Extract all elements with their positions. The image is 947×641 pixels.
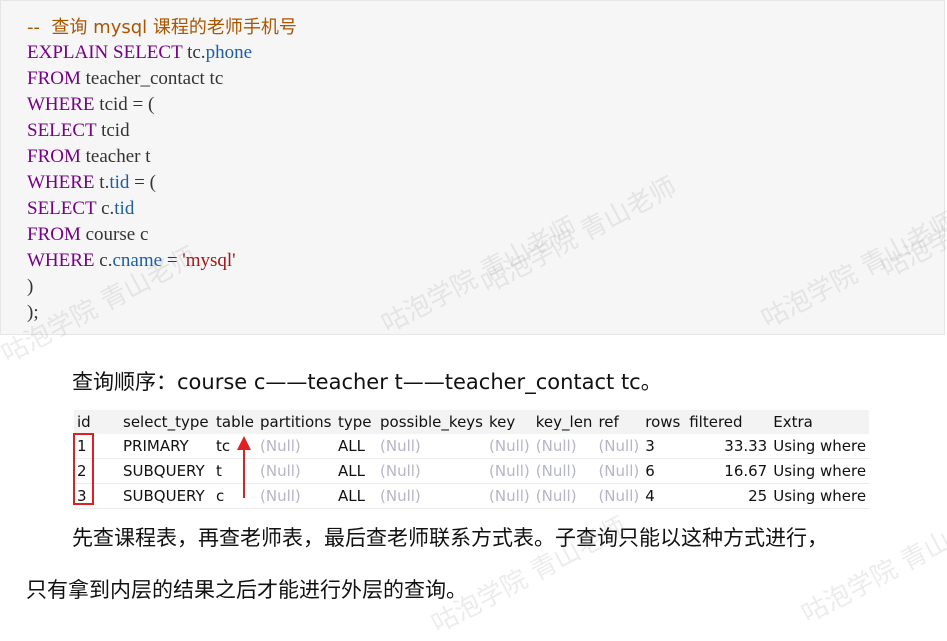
cell-key: (Null)	[486, 458, 533, 484]
code-token: SELECT	[27, 120, 102, 141]
col-header-partitions: partitions	[257, 410, 335, 434]
code-line: SELECT tcid	[27, 119, 130, 143]
explain-result-table: id select_type table partitions type pos…	[74, 410, 870, 509]
code-token: );	[27, 302, 39, 323]
arrow-up-icon	[237, 436, 251, 450]
code-token: =	[162, 250, 183, 271]
code-token: WHERE	[27, 250, 100, 271]
code-token: cname	[112, 250, 163, 271]
code-token: c.	[101, 198, 115, 219]
code-token: 'mysql'	[182, 250, 236, 271]
cell-partitions: (Null)	[257, 483, 335, 509]
cell-key: (Null)	[486, 483, 533, 509]
table-row: 2 SUBQUERY t (Null) ALL (Null) (Null) (N…	[74, 458, 870, 484]
cell-table: t	[213, 458, 257, 484]
col-header-type: type	[335, 410, 377, 434]
table-header-row: id select_type table partitions type pos…	[74, 410, 870, 434]
code-token: t.	[99, 172, 110, 193]
cell-filtered: 25	[686, 483, 771, 509]
code-line: WHERE tcid = (	[27, 93, 154, 117]
col-header-table: table	[213, 410, 257, 434]
code-token: tc.	[187, 42, 206, 63]
code-token: phone	[205, 42, 252, 63]
cell-type: ALL	[335, 483, 377, 509]
col-header-filtered: filtered	[686, 410, 771, 434]
code-token: teacher t	[85, 146, 151, 167]
code-token: tid	[109, 172, 130, 193]
cell-extra: Using where	[770, 458, 870, 484]
cell-table: c	[213, 483, 257, 509]
cell-possible-keys: (Null)	[377, 434, 486, 459]
cell-partitions: (Null)	[257, 458, 335, 484]
code-token: WHERE	[27, 94, 100, 115]
col-header-possible-keys: possible_keys	[377, 410, 486, 434]
col-header-id: id	[74, 410, 120, 434]
code-token: FROM	[27, 146, 86, 167]
code-token: FROM	[27, 224, 86, 245]
col-header-key-len: key_len	[532, 410, 596, 434]
cell-possible-keys: (Null)	[377, 458, 486, 484]
col-header-key: key	[486, 410, 533, 434]
code-token: tcid	[101, 120, 130, 141]
code-token: FROM	[27, 68, 86, 89]
code-line: WHERE t.tid = (	[27, 171, 156, 195]
cell-key-len: (Null)	[532, 458, 596, 484]
code-line: WHERE c.cname = 'mysql'	[27, 249, 236, 273]
cell-rows: 3	[642, 434, 687, 459]
code-line: );	[27, 301, 39, 325]
cell-select-type: SUBQUERY	[120, 458, 213, 484]
code-line: )	[27, 275, 33, 299]
cell-partitions: (Null)	[257, 434, 335, 459]
cell-select-type: PRIMARY	[120, 434, 213, 459]
cell-ref: (Null)	[595, 458, 643, 484]
explanation-line-1: 先查课程表，再查老师表，最后查老师联系方式表。子查询只能以这种方式进行，	[72, 526, 828, 550]
code-token: )	[27, 276, 34, 297]
code-line: FROM teacher t	[27, 145, 150, 169]
code-token: tcid = (	[99, 94, 155, 115]
cell-type: ALL	[335, 434, 377, 459]
cell-key: (Null)	[486, 434, 533, 459]
code-token: teacher_contact tc	[85, 68, 224, 89]
cell-type: ALL	[335, 458, 377, 484]
table-row: 3 SUBQUERY c (Null) ALL (Null) (Null) (N…	[74, 483, 870, 509]
table-row: 1 PRIMARY tc (Null) ALL (Null) (Null) (N…	[74, 434, 870, 459]
cell-ref: (Null)	[595, 483, 643, 509]
cell-ref: (Null)	[595, 434, 643, 459]
cell-extra: Using where	[770, 434, 870, 459]
cell-extra: Using where	[770, 483, 870, 509]
cell-select-type: SUBQUERY	[120, 483, 213, 509]
watermark-text: 咕泡学院 青山老师	[796, 501, 947, 630]
code-token: = (	[129, 172, 156, 193]
code-line: FROM course c	[27, 223, 148, 247]
code-token: tid	[114, 198, 135, 219]
code-token: EXPLAIN SELECT	[27, 42, 188, 63]
execution-order-arrow	[243, 448, 245, 498]
cell-possible-keys: (Null)	[377, 483, 486, 509]
col-header-select-type: select_type	[120, 410, 213, 434]
code-line: FROM teacher_contact tc	[27, 67, 223, 91]
cell-filtered: 33.33	[686, 434, 771, 459]
code-line: SELECT c.tid	[27, 197, 134, 221]
id-column-highlight-box	[73, 433, 94, 505]
col-header-ref: ref	[595, 410, 643, 434]
code-token: SELECT	[27, 198, 102, 219]
cell-filtered: 16.67	[686, 458, 771, 484]
query-order-text: 查询顺序：course c——teacher t——teacher_contac…	[72, 370, 662, 394]
code-line: EXPLAIN SELECT tc.phone	[27, 41, 252, 65]
col-header-rows: rows	[642, 410, 687, 434]
cell-rows: 4	[642, 483, 687, 509]
explanation-line-2: 只有拿到内层的结果之后才能进行外层的查询。	[26, 578, 467, 602]
code-block: -- 查询 mysql 课程的老师手机号 EXPLAIN SELECT tc.p…	[0, 0, 945, 335]
cell-key-len: (Null)	[532, 483, 596, 509]
cell-rows: 6	[642, 458, 687, 484]
code-comment: -- 查询 mysql 课程的老师手机号	[27, 17, 297, 38]
code-token: c.	[99, 250, 113, 271]
code-token: WHERE	[27, 172, 100, 193]
code-token: course c	[85, 224, 149, 245]
cell-key-len: (Null)	[532, 434, 596, 459]
col-header-extra: Extra	[770, 410, 870, 434]
